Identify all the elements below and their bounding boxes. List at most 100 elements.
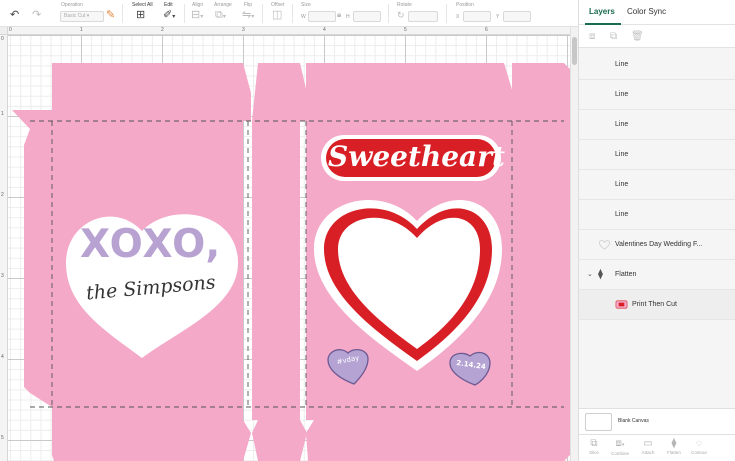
- ruler-number: 3: [1, 273, 4, 279]
- ruler-number: 5: [404, 27, 407, 33]
- sweetheart-title: Sweetheart: [328, 140, 505, 173]
- layer-label: Print Then Cut: [632, 301, 678, 308]
- ruler-number: 1: [80, 27, 83, 33]
- layer-label: Line: [615, 151, 629, 158]
- layer-row-valentines[interactable]: Valentines Day Wedding F...: [579, 230, 735, 260]
- slice-button[interactable]: ⧉ Slice: [581, 438, 607, 456]
- height-input[interactable]: [353, 11, 381, 22]
- toolbar-divider: [184, 4, 185, 23]
- tab-color-sync[interactable]: Color Sync: [627, 7, 666, 17]
- ruler-number: 3: [242, 27, 245, 33]
- top-toolbar: ↶ ↷ Operation Basic Cut ▾ ✎ Select All ⊞…: [0, 0, 578, 27]
- rotate-input[interactable]: [408, 11, 438, 22]
- layer-bottom-actions: ⧉ Slice ⧈▾ Combine ▭ Attach ⧫ Flatten ◌ …: [579, 434, 735, 461]
- blank-canvas-row[interactable]: Blank Canvas: [579, 408, 735, 434]
- layer-row-line[interactable]: Line: [579, 50, 735, 80]
- flatten-button[interactable]: ⧫ Flatten: [661, 438, 687, 456]
- slice-label: Slice: [589, 450, 599, 455]
- rotate-icon: ↻: [397, 10, 405, 20]
- contour-label: Contour: [690, 450, 707, 455]
- ruler-number: 6: [485, 27, 488, 33]
- ruler-corner: [0, 27, 8, 35]
- layer-row-line[interactable]: Line: [579, 140, 735, 170]
- attach-label: Attach: [641, 450, 655, 455]
- width-input[interactable]: [308, 11, 336, 22]
- position-x-label: X: [456, 14, 460, 20]
- layer-label: Valentines Day Wedding F...: [615, 241, 703, 248]
- attach-button[interactable]: ▭ Attach: [635, 438, 661, 456]
- flip-icon[interactable]: ⇋▾: [242, 9, 254, 23]
- toolbar-divider: [446, 4, 447, 23]
- design-canvas[interactable]: XOXO, the Simpsons Sweetheart #vday 2.14…: [8, 35, 570, 461]
- position-y-input[interactable]: [503, 11, 531, 22]
- pen-color-icon[interactable]: ✎: [106, 9, 115, 21]
- size-w-label: W: [301, 14, 306, 20]
- layer-row-flatten-group[interactable]: ⌄ ⧫ Flatten: [579, 260, 735, 290]
- combine-button[interactable]: ⧈▾ Combine: [607, 438, 633, 457]
- edit-icon[interactable]: ✐▾: [163, 9, 175, 23]
- contour-button[interactable]: ◌ Contour: [686, 438, 712, 456]
- size-h-label: H: [346, 14, 350, 20]
- align-icon[interactable]: ⊟▾: [191, 9, 203, 23]
- heart-outline-icon: [599, 240, 610, 250]
- edit-label: Edit: [164, 2, 173, 8]
- operation-dropdown[interactable]: Basic Cut ▾: [60, 11, 104, 22]
- select-all-label: Select All: [132, 2, 153, 8]
- layer-label: Line: [615, 91, 629, 98]
- select-all-icon[interactable]: ⊞: [136, 9, 145, 21]
- layer-row-line[interactable]: Line: [579, 80, 735, 110]
- offset-icon[interactable]: ◫: [272, 9, 282, 21]
- layers-icon: ⧫: [598, 269, 603, 280]
- undo-icon[interactable]: ↶: [10, 9, 19, 21]
- tab-layers[interactable]: Layers: [589, 7, 615, 17]
- position-x-input[interactable]: [463, 11, 491, 22]
- canvas-scrollbar[interactable]: [570, 27, 578, 461]
- layer-label: Line: [615, 211, 629, 218]
- layer-label: Line: [615, 61, 629, 68]
- group-icon[interactable]: ⧈: [589, 31, 595, 42]
- flatten-label: Flatten: [667, 450, 681, 455]
- layer-row-line[interactable]: Line: [579, 170, 735, 200]
- xoxo-text: XOXO,: [80, 222, 222, 267]
- toolbar-divider: [292, 4, 293, 23]
- layer-row-print-then-cut[interactable]: Print Then Cut: [579, 290, 735, 320]
- operation-label: Operation: [61, 2, 83, 8]
- align-label: Align: [192, 2, 204, 8]
- layer-actions-bar: ⧈ ⧉ 🗑︎: [579, 25, 735, 48]
- lock-icon[interactable]: 🔒︎: [337, 9, 341, 21]
- flip-label: Flip: [244, 2, 253, 8]
- ruler-number: 2: [161, 27, 164, 33]
- layer-row-line[interactable]: Line: [579, 200, 735, 230]
- duplicate-icon[interactable]: ⧉: [610, 31, 617, 42]
- chevron-down-icon[interactable]: ⌄: [587, 270, 593, 279]
- redo-icon[interactable]: ↷: [32, 9, 41, 21]
- operation-value: Basic Cut: [64, 13, 86, 19]
- toolbar-divider: [388, 4, 389, 23]
- layer-label: Line: [615, 121, 629, 128]
- panel-tabs: Layers Color Sync: [579, 0, 735, 25]
- layer-label: Line: [615, 181, 629, 188]
- print-then-cut-icon: [615, 300, 628, 309]
- contour-icon: ◌: [696, 438, 702, 449]
- toolbar-divider: [122, 4, 123, 23]
- scrollbar-thumb[interactable]: [572, 37, 577, 65]
- ruler-number: 1: [1, 111, 4, 117]
- position-label: Position: [456, 2, 474, 8]
- layer-row-line[interactable]: Line: [579, 110, 735, 140]
- canvas-color-swatch[interactable]: [585, 413, 612, 431]
- arrange-icon[interactable]: ⧉▾: [215, 9, 226, 23]
- blank-canvas-label: Blank Canvas: [618, 418, 649, 424]
- attach-icon: ▭: [643, 438, 653, 449]
- ruler-number: 0: [9, 27, 12, 33]
- trash-icon[interactable]: 🗑︎: [631, 31, 644, 42]
- vertical-ruler: 0 1 2 3 4 5: [0, 35, 8, 461]
- ruler-number: 5: [1, 435, 4, 441]
- slice-icon: ⧉: [590, 438, 598, 449]
- ruler-number: 4: [1, 354, 4, 360]
- horizontal-ruler: 0 1 2 3 4 5 6: [8, 27, 570, 35]
- layer-label: Flatten: [615, 271, 637, 278]
- toolbar-divider: [262, 4, 263, 23]
- combine-icon: ⧈▾: [615, 438, 625, 449]
- layers-panel: Layers Color Sync ⧈ ⧉ 🗑︎ Line Line Line …: [578, 0, 735, 461]
- arrange-label: Arrange: [214, 2, 232, 8]
